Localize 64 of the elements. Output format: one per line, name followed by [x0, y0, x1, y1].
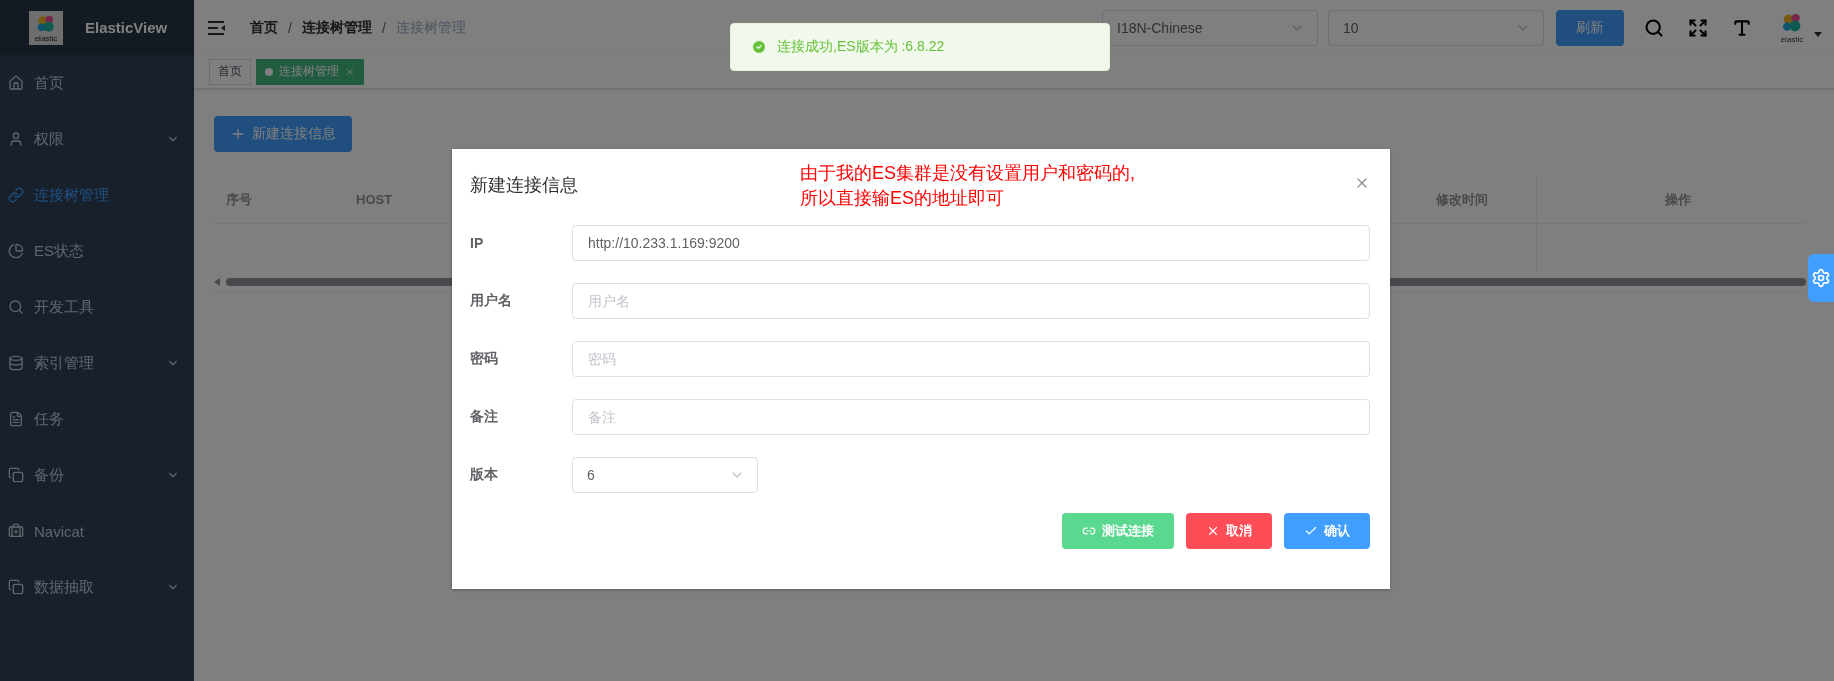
breadcrumb-item[interactable]: 首页: [250, 18, 278, 37]
refresh-button[interactable]: 刷新: [1556, 9, 1624, 46]
new-connection-button[interactable]: 新建连接信息: [214, 116, 352, 152]
sidebar-item[interactable]: 开发工具: [0, 279, 194, 335]
breadcrumb-item[interactable]: 连接树管理: [301, 18, 372, 37]
field-label: 版本: [470, 466, 499, 484]
select-field[interactable]: 10: [1328, 9, 1544, 46]
check-icon: [1304, 524, 1318, 538]
app-name: ElasticView: [85, 19, 168, 36]
fullscreen-icon[interactable]: [1688, 17, 1708, 38]
annotation-text: 由于我的ES集群是没有设置用户和密码的,: [800, 162, 1136, 185]
sidebar-item[interactable]: 数据抽取: [0, 559, 194, 615]
breadcrumb-separator: /: [381, 19, 386, 36]
pie-chart-icon: [8, 243, 24, 259]
copy-icon: [8, 579, 24, 595]
database-icon: [8, 355, 24, 371]
user-icon: [8, 131, 24, 147]
active-dot: [265, 67, 273, 76]
field-label: 备注: [470, 408, 499, 426]
field-label: 密码: [470, 350, 499, 368]
breadcrumb-separator: /: [288, 19, 292, 36]
text-size-icon[interactable]: [1732, 17, 1752, 38]
plus-icon: [230, 126, 246, 142]
tag-tab[interactable]: 连接树管理: [256, 58, 364, 85]
medical-case-icon: [8, 523, 24, 539]
cancel-button[interactable]: 取消: [1186, 513, 1272, 549]
avatar[interactable]: elastic: [1780, 11, 1804, 44]
caret-icon[interactable]: [1814, 32, 1822, 37]
sidebar-item[interactable]: 首页: [0, 55, 194, 111]
sidebar-item[interactable]: Navicat: [0, 503, 194, 559]
input-field[interactable]: 备注: [572, 399, 1370, 435]
menu-collapse-icon[interactable]: [208, 19, 226, 36]
annotation-text: 所以直接输ES的地址即可: [800, 187, 1005, 210]
select-field[interactable]: I18N-Chinese: [1102, 9, 1318, 46]
tag-tab[interactable]: 首页: [209, 58, 251, 85]
sidebar-item[interactable]: 备份: [0, 447, 194, 503]
link-icon: [8, 187, 24, 203]
settings-icon: [1811, 268, 1831, 288]
input-field[interactable]: http://10.233.1.169:9200: [572, 225, 1370, 261]
select-field[interactable]: 6: [572, 457, 758, 493]
confirm-button[interactable]: 确认: [1284, 513, 1370, 549]
copy-icon: [8, 467, 24, 483]
input-field[interactable]: 密码: [572, 341, 1370, 377]
document-icon: [8, 411, 24, 427]
avatar-caption: elastic: [1780, 35, 1804, 44]
field-label: IP: [470, 235, 485, 251]
settings-tab[interactable]: [1808, 254, 1834, 302]
link-icon: [1082, 524, 1096, 538]
field-label: 用户名: [470, 292, 513, 310]
check-circle-icon: [751, 39, 767, 55]
dialog-title: 新建连接信息: [470, 174, 579, 197]
logo-caption: elastic: [34, 34, 58, 43]
sidebar-item[interactable]: 连接树管理: [0, 167, 194, 223]
sidebar-item[interactable]: 任务: [0, 391, 194, 447]
search-icon[interactable]: [1644, 17, 1664, 38]
sidebar-item[interactable]: 索引管理: [0, 335, 194, 391]
home-icon: [8, 75, 24, 91]
toast-text: 连接成功,ES版本为 :6.8.22: [777, 38, 945, 56]
cross-icon: [1206, 524, 1220, 538]
input-field[interactable]: 用户名: [572, 283, 1370, 319]
test-button[interactable]: 测试连接: [1062, 513, 1174, 549]
sidebar-item[interactable]: 权限: [0, 111, 194, 167]
search-icon: [8, 299, 24, 315]
sidebar-item[interactable]: ES状态: [0, 223, 194, 279]
